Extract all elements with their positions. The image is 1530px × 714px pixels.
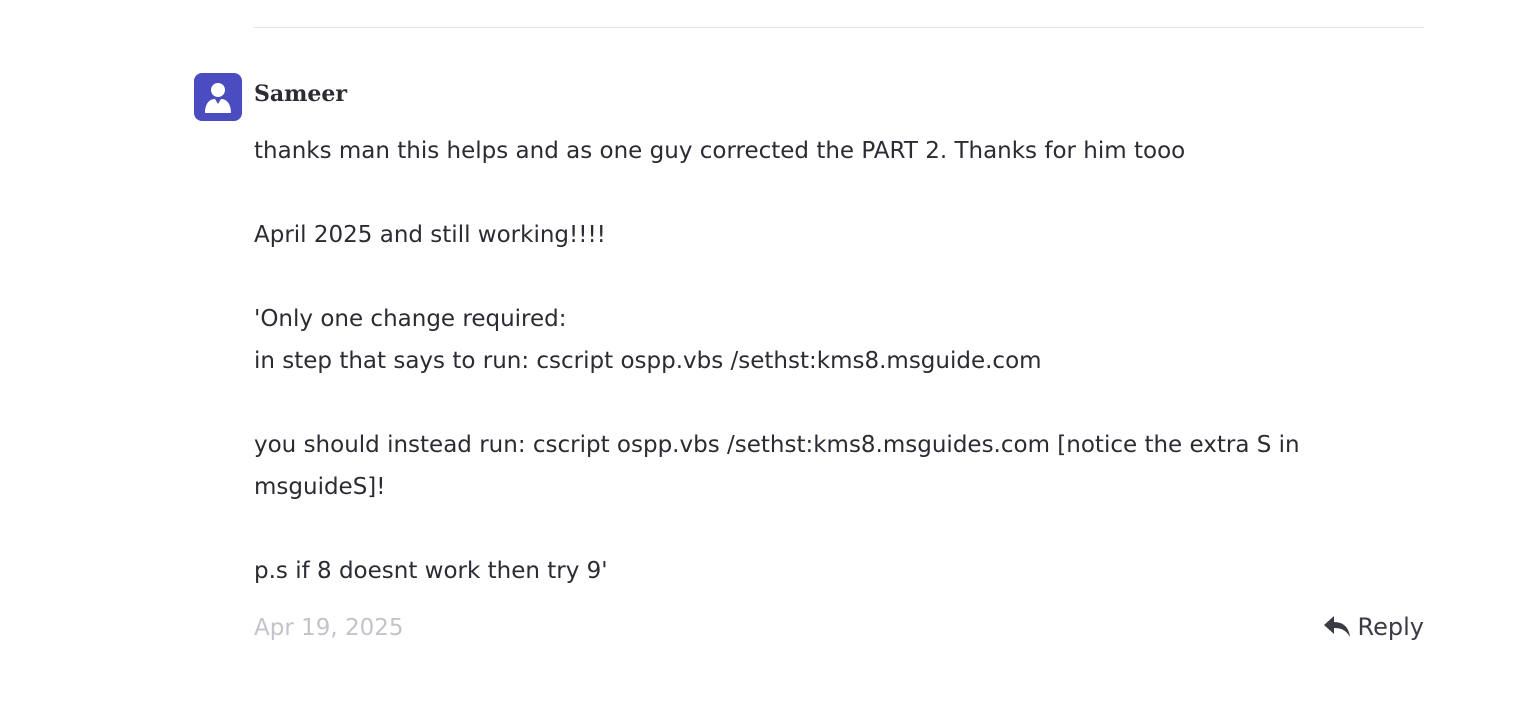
comment-line: 'Only one change required:: [254, 306, 567, 332]
comment-line: in step that says to run: cscript ospp.v…: [254, 348, 1042, 374]
comment-author: Sameer: [254, 81, 348, 107]
comment-line: April 2025 and still working!!!!: [254, 222, 606, 248]
comment-body: thanks man this helps and as one guy cor…: [254, 130, 1404, 592]
reply-arrow-icon: [1322, 614, 1352, 640]
comment-line: thanks man this helps and as one guy cor…: [254, 138, 1186, 164]
reply-button[interactable]: Reply: [1322, 610, 1424, 644]
reply-label: Reply: [1357, 613, 1424, 641]
comment-line: you should instead run: cscript ospp.vbs…: [254, 432, 1300, 500]
comment-divider: [254, 27, 1424, 28]
comment-date: Apr 19, 2025: [254, 615, 404, 641]
avatar: [194, 73, 242, 121]
user-icon: [205, 83, 231, 113]
comment-line: p.s if 8 doesnt work then try 9': [254, 558, 608, 584]
